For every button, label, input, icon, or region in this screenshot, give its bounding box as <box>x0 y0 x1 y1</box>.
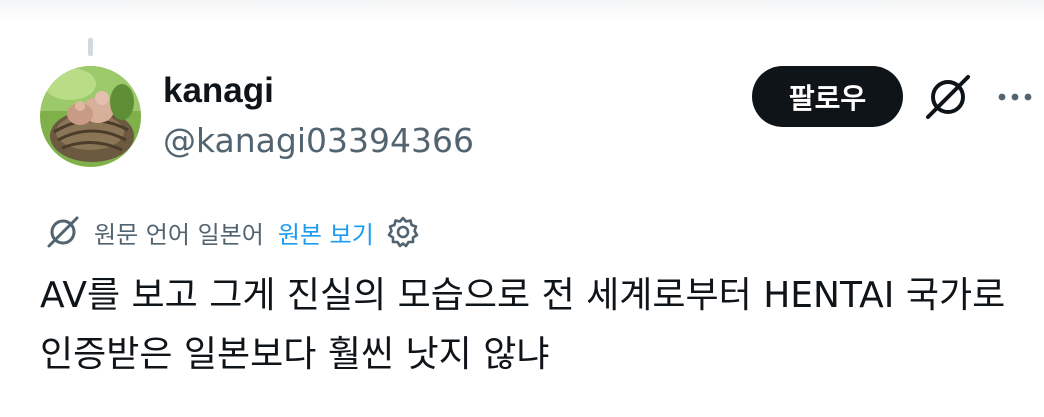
more-dots-icon[interactable] <box>995 82 1035 112</box>
top-fade <box>0 0 1044 22</box>
avatar[interactable] <box>40 66 141 167</box>
user-handle[interactable]: @kanagi03394366 <box>163 120 474 162</box>
slashed-circle-icon <box>44 213 82 251</box>
translation-info: 원문 언어 일본어 <box>94 220 264 249</box>
tweet-text: AV를 보고 그게 진실의 모습으로 전 세계로부터 HENTAI 국가로 인증… <box>40 275 1006 375</box>
thread-connector <box>88 38 93 56</box>
translation-bar: 원문 언어 일본어 원본 보기 <box>44 212 420 252</box>
follow-button[interactable]: 팔로우 <box>752 66 903 127</box>
slashed-circle-icon[interactable] <box>922 71 974 123</box>
gear-icon[interactable] <box>386 215 420 249</box>
show-original-link[interactable]: 원본 보기 <box>278 215 374 250</box>
display-name[interactable]: kanagi <box>163 69 274 113</box>
